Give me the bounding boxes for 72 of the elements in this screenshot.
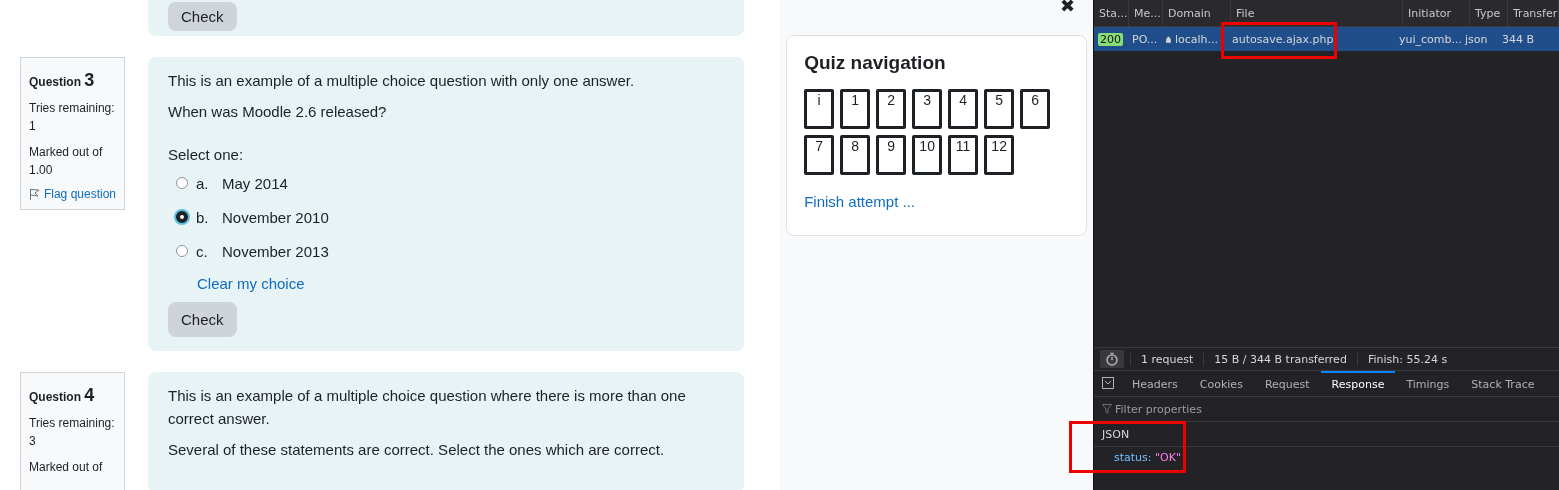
tries-remaining: Tries remaining: 3 [29, 415, 116, 450]
question-nav-button[interactable]: 2 [876, 89, 907, 129]
option-label[interactable]: May 2014 [222, 174, 288, 192]
question-nav-button[interactable]: 3 [912, 89, 943, 129]
summary-text: 1 request [1130, 352, 1204, 366]
panel-tab[interactable]: Timings [1395, 371, 1461, 396]
question-nav-button[interactable]: 12 [984, 135, 1015, 175]
finish-attempt-link[interactable]: Finish attempt ... [804, 193, 915, 210]
marked-out-of: Marked out of [29, 459, 104, 476]
question-nav-button[interactable]: 7 [804, 135, 835, 175]
summary-text: Finish: 55.24 s [1356, 352, 1458, 366]
marked-out-of: Marked out of 1.00 [29, 144, 104, 179]
check-button[interactable]: Check [168, 2, 237, 31]
panel-tab[interactable]: Headers [1121, 371, 1189, 396]
flag-icon [29, 188, 40, 200]
question-nav-button[interactable]: 6 [1020, 89, 1051, 129]
domain-cell: localh... [1161, 32, 1223, 46]
summary-text: 15 B / 344 B transferred [1203, 352, 1357, 366]
timer-icon[interactable] [1100, 350, 1124, 368]
column-header[interactable]: Transfer [1508, 0, 1559, 26]
method-cell-text: PO... [1131, 32, 1159, 46]
radio-button[interactable] [176, 245, 188, 257]
option-label[interactable]: November 2010 [222, 208, 329, 226]
question-nav-button[interactable]: 10 [912, 135, 943, 175]
filter-field[interactable]: Filter properties [1115, 402, 1315, 416]
column-header[interactable]: Domain [1163, 0, 1231, 26]
option-letter: b. [196, 208, 210, 226]
clear-choice-link[interactable]: Clear my choice [197, 275, 305, 292]
check-button[interactable]: Check [168, 302, 237, 337]
column-header[interactable]: Type [1470, 0, 1508, 26]
panel-tab[interactable]: Stack Trace [1460, 371, 1546, 396]
initiator-cell: yui_comb... [1399, 32, 1460, 46]
column-header[interactable]: File [1231, 0, 1403, 26]
column-header[interactable]: Sta... [1094, 0, 1129, 26]
question-number: Question 4 [29, 385, 96, 406]
question-number: Question 3 [29, 70, 96, 91]
question-text: This is an example of a multiple choice question with only one answer. [168, 71, 636, 91]
request-row[interactable]: 200 PO... localh... autosave.ajax.php yui_comb... json 344 B [1094, 27, 1559, 51]
panel-toggle-icon[interactable] [1102, 377, 1114, 389]
flag-question-link[interactable]: Flag question [29, 187, 116, 201]
question-nav-button[interactable]: 5 [984, 89, 1015, 129]
column-header[interactable]: Initiator [1403, 0, 1470, 26]
filter-icon [1102, 404, 1112, 414]
panel-tab[interactable]: Request [1253, 371, 1321, 396]
question-text: When was Moodle 2.6 released? [168, 102, 388, 122]
question-nav-button[interactable]: 11 [948, 135, 979, 175]
transferred-cell-text: 344 B [1501, 32, 1536, 46]
panel-title: Quiz navigation [804, 52, 947, 74]
question-nav-button[interactable]: 9 [876, 135, 907, 175]
radio-button[interactable] [176, 177, 188, 189]
status-badge: 200 [1098, 32, 1123, 46]
option-letter: a. [196, 174, 210, 192]
question-nav-button[interactable]: 1 [840, 89, 871, 129]
file-cell-text: autosave.ajax.php [1231, 32, 1335, 46]
question-text: Several of these statements are correct. Select the ones which are correct. [168, 440, 666, 460]
column-header[interactable]: Me... [1129, 0, 1163, 26]
radio-button[interactable] [176, 211, 188, 223]
question-nav-button[interactable]: 8 [840, 135, 871, 175]
lock-icon [1166, 33, 1171, 45]
close-icon[interactable]: ✖ [1060, 0, 1075, 25]
panel-tab[interactable]: Response [1320, 371, 1396, 396]
type-cell-text: json [1464, 32, 1489, 46]
question-nav-button[interactable]: 4 [948, 89, 979, 129]
question-nav-button[interactable]: i [804, 89, 835, 129]
json-heading: JSON [1094, 422, 1559, 447]
select-prompt: Select one: [168, 145, 245, 165]
json-property: status: "OK" [1113, 450, 1182, 466]
tries-remaining: Tries remaining: 1 [29, 100, 116, 135]
option-label[interactable]: November 2013 [222, 242, 329, 260]
question-text: This is an example of a multiple choice question where there is more than one correct answer. [168, 386, 687, 429]
option-letter: c. [196, 242, 209, 260]
panel-tab[interactable]: Cookies [1188, 371, 1254, 396]
